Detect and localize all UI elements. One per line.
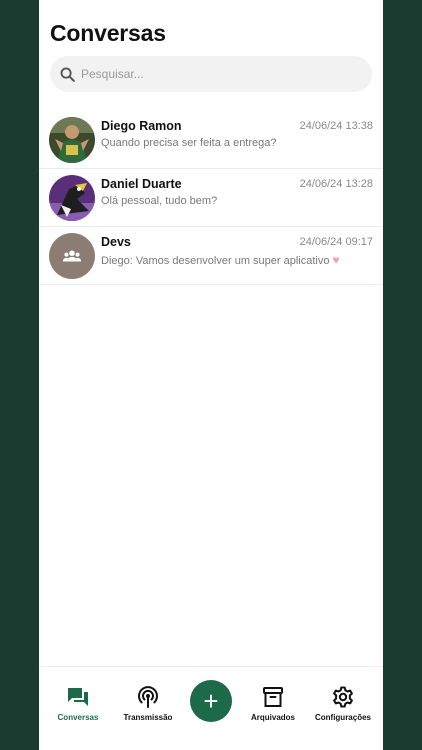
search-input[interactable] xyxy=(81,67,341,81)
chat-last-message: Diego: Vamos desenvolver um super aplica… xyxy=(101,253,340,267)
nav-label: Conversas xyxy=(57,713,99,722)
heart-emoji-icon: ♥ xyxy=(332,253,340,267)
chat-timestamp: 24/06/24 13:28 xyxy=(299,178,373,190)
nav-item-configuracoes[interactable]: Configurações xyxy=(305,685,381,722)
chat-last-message: Olá pessoal, tudo bem? xyxy=(101,195,218,207)
nav-label: Arquivados xyxy=(250,713,295,722)
chat-item-devs[interactable]: Devs 24/06/24 09:17 Diego: Vamos desenvo… xyxy=(39,227,383,285)
new-chat-button[interactable]: + xyxy=(190,680,232,722)
avatar xyxy=(49,117,95,163)
chat-name: Devs xyxy=(101,235,131,249)
nav-label: Configurações xyxy=(314,713,371,722)
group-icon xyxy=(62,250,82,262)
archive-icon xyxy=(263,687,283,707)
chat-timestamp: 24/06/24 13:38 xyxy=(299,120,373,132)
search-icon xyxy=(60,67,75,82)
gear-icon xyxy=(333,686,353,708)
app-screen: Conversas Diego Ramon 24/06/24 13: xyxy=(39,0,383,750)
group-avatar xyxy=(49,233,95,279)
search-bar[interactable] xyxy=(50,56,372,92)
bottom-navigation: Conversas Transmissão + Arquivados Confi… xyxy=(39,666,383,750)
avatar xyxy=(49,175,95,221)
chat-timestamp: 24/06/24 09:17 xyxy=(299,236,373,248)
chat-name: Diego Ramon xyxy=(101,119,182,133)
chat-item-diego-ramon[interactable]: Diego Ramon 24/06/24 13:38 Quando precis… xyxy=(39,111,383,169)
chat-name: Daniel Duarte xyxy=(101,177,182,191)
nav-item-arquivados[interactable]: Arquivados xyxy=(235,685,311,722)
broadcast-icon xyxy=(138,686,158,708)
chat-list: Diego Ramon 24/06/24 13:38 Quando precis… xyxy=(39,111,383,285)
chat-bubbles-icon xyxy=(68,688,88,706)
nav-label: Transmissão xyxy=(123,713,173,722)
chat-last-message-text: Diego: Vamos desenvolver um super aplica… xyxy=(101,255,330,267)
nav-item-transmissao[interactable]: Transmissão xyxy=(110,685,186,722)
chat-item-daniel-duarte[interactable]: Daniel Duarte 24/06/24 13:28 Olá pessoal… xyxy=(39,169,383,227)
chat-last-message: Quando precisa ser feita a entrega? xyxy=(101,137,277,149)
page-title: Conversas xyxy=(50,20,166,46)
nav-item-conversas[interactable]: Conversas xyxy=(40,685,116,722)
